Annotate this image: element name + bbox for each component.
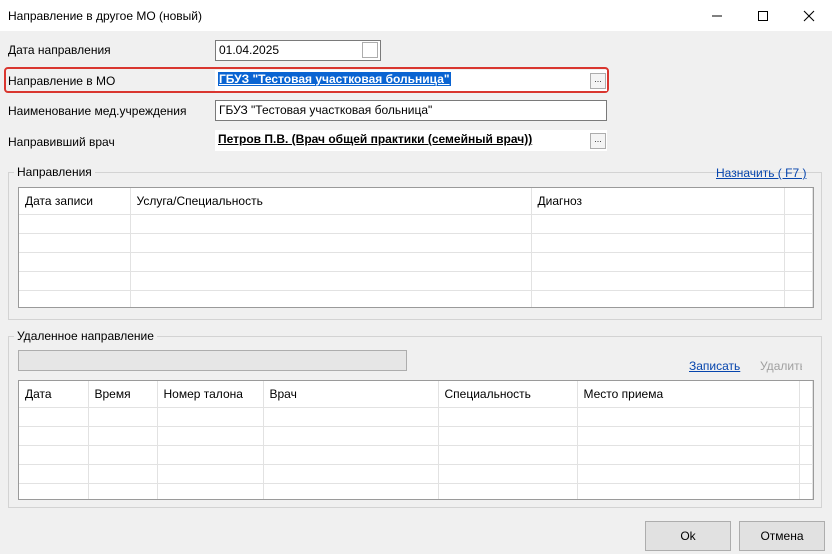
remote-grid[interactable]: Дата Время Номер талона Врач Специальнос… — [18, 380, 814, 500]
table-row[interactable] — [19, 407, 813, 427]
directions-table: Дата записи Услуга/Специальность Диагноз — [19, 188, 813, 307]
remote-direction-field[interactable] — [18, 350, 407, 371]
mo-field[interactable]: ГБУЗ "Тестовая участковая больница" — [215, 70, 607, 91]
delete-link-label: Удалить — [760, 359, 802, 373]
col-extra — [799, 381, 813, 408]
window-title: Направление в другое МО (новый) — [8, 9, 203, 23]
cancel-button[interactable]: Отмена — [739, 521, 825, 551]
institution-field[interactable]: ГБУЗ "Тестовая участковая больница" — [215, 100, 607, 121]
doctor-field[interactable]: Петров П.В. (Врач общей практики (семейн… — [215, 130, 607, 151]
date-value: 01.04.2025 — [219, 43, 280, 57]
directions-grid[interactable]: Дата записи Услуга/Специальность Диагноз — [18, 187, 814, 308]
directions-header-row: Дата записи Услуга/Специальность Диагноз — [19, 188, 813, 215]
doctor-picker-button[interactable]: ... — [590, 133, 606, 149]
col-specialty[interactable]: Специальность — [438, 381, 578, 408]
delete-link: Удалить — [760, 359, 802, 373]
date-label: Дата направления — [8, 43, 111, 57]
remote-table: Дата Время Номер талона Врач Специальнос… — [19, 381, 813, 499]
close-icon — [803, 10, 815, 21]
col-location[interactable]: Место приема — [577, 381, 800, 408]
directions-title: Направления — [14, 165, 95, 179]
table-row[interactable] — [19, 214, 813, 234]
col-time[interactable]: Время — [88, 381, 158, 408]
institution-value: ГБУЗ "Тестовая участковая больница" — [219, 103, 433, 117]
col-record-date[interactable]: Дата записи — [19, 188, 131, 215]
col-ticket-number[interactable]: Номер талона — [157, 381, 264, 408]
table-row[interactable] — [19, 426, 813, 446]
mo-value: ГБУЗ "Тестовая участковая больница" — [218, 72, 451, 86]
table-row[interactable] — [19, 271, 813, 291]
mo-label: Направление в МО — [8, 74, 116, 88]
table-row[interactable] — [19, 233, 813, 253]
calendar-icon[interactable] — [362, 42, 378, 58]
close-button[interactable] — [786, 0, 832, 31]
date-field[interactable]: 01.04.2025 — [215, 40, 381, 61]
col-doctor[interactable]: Врач — [263, 381, 439, 408]
assign-link[interactable]: Назначить ( F7 ) — [716, 166, 806, 180]
table-row[interactable] — [19, 445, 813, 465]
record-link[interactable]: Записать — [689, 359, 740, 373]
minimize-button[interactable] — [694, 0, 740, 31]
col-date[interactable]: Дата — [19, 381, 89, 408]
col-service[interactable]: Услуга/Специальность — [130, 188, 532, 215]
table-row[interactable] — [19, 252, 813, 272]
maximize-icon — [758, 10, 768, 21]
institution-label: Наименование мед.учреждения — [8, 104, 187, 118]
remote-header-row: Дата Время Номер талона Врач Специальнос… — [19, 381, 813, 408]
col-diagnosis[interactable]: Диагноз — [531, 188, 785, 215]
mo-picker-button[interactable]: ... — [590, 73, 606, 89]
col-extra — [784, 188, 813, 215]
doctor-value: Петров П.В. (Врач общей практики (семейн… — [218, 132, 533, 146]
minimize-icon — [712, 15, 722, 16]
maximize-button[interactable] — [740, 0, 786, 31]
ok-button[interactable]: Ok — [645, 521, 731, 551]
remote-title: Удаленное направление — [14, 329, 157, 343]
doctor-label: Направивший врач — [8, 135, 115, 149]
table-row[interactable] — [19, 464, 813, 484]
table-row[interactable] — [19, 483, 813, 499]
table-row[interactable] — [19, 290, 813, 307]
